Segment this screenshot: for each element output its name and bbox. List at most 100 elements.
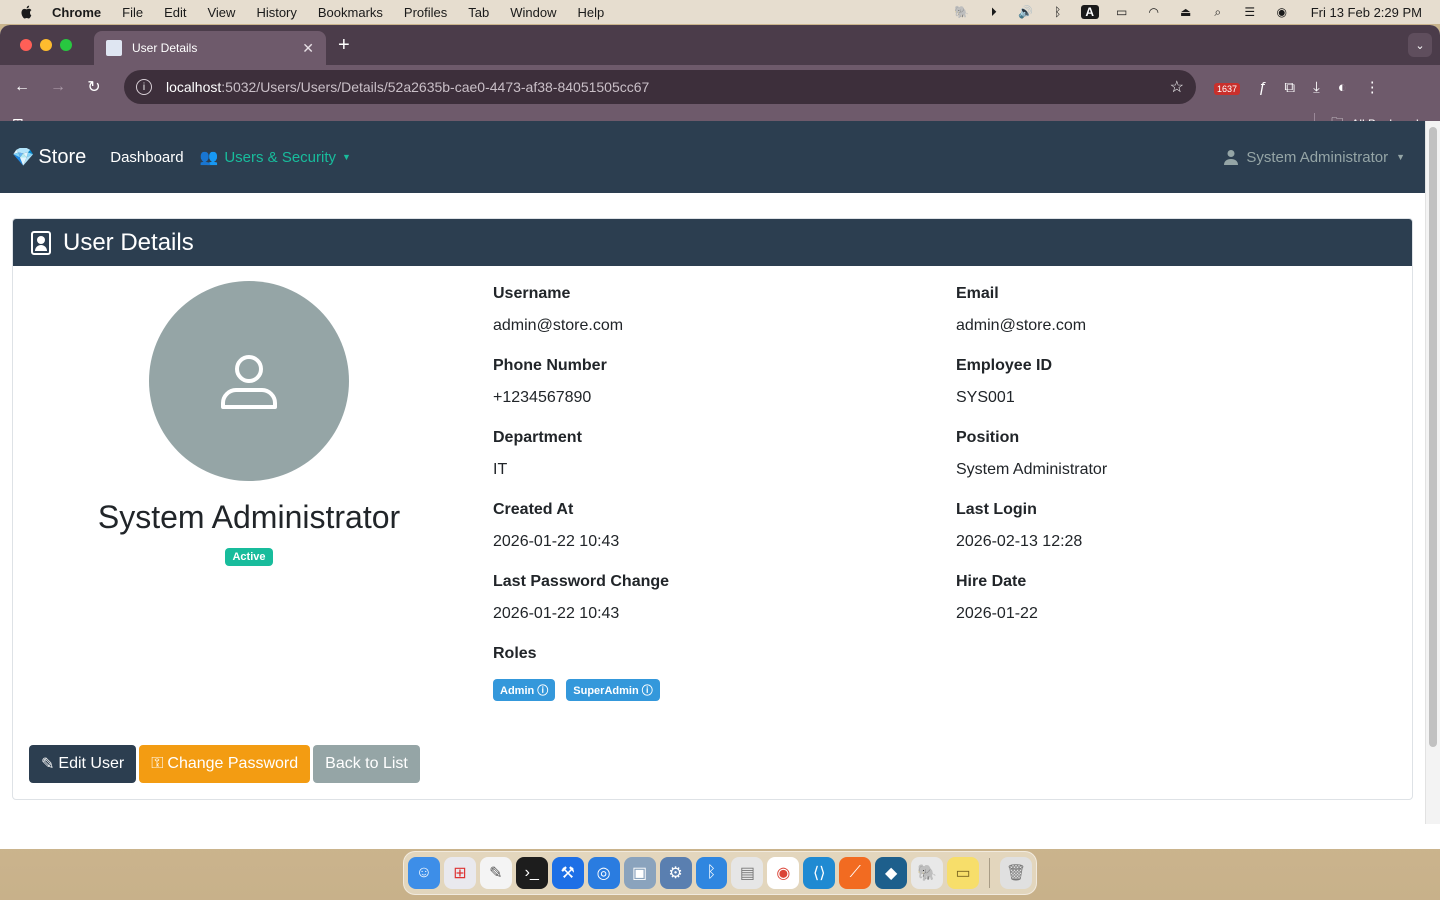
tab-strip: User Details ✕ + ⌄ (0, 25, 1440, 65)
card-header: User Details (13, 219, 1412, 266)
spotlight-search-icon[interactable]: ⌕ (1209, 5, 1227, 19)
eject-icon[interactable]: ⏏ (1177, 5, 1195, 19)
status-badge: Active (225, 548, 273, 566)
menu-tab[interactable]: Tab (468, 5, 489, 20)
back-to-list-label: Back to List (325, 755, 408, 772)
stickies-icon[interactable]: ▭ (947, 857, 979, 889)
menu-app-name[interactable]: Chrome (52, 5, 101, 20)
menu-window[interactable]: Window (510, 5, 556, 20)
reload-icon[interactable]: ↻ (82, 77, 106, 97)
page-scrollbar[interactable] (1425, 121, 1440, 824)
xcode-icon[interactable]: ⚒ (551, 857, 584, 889)
brand-link[interactable]: 💎 Store (12, 146, 86, 169)
back-arrow-icon[interactable]: ← (10, 78, 34, 96)
brand-name: Store (38, 145, 87, 168)
formula-extension-icon[interactable]: ƒ (1258, 79, 1266, 96)
evernote-icon[interactable]: 🐘 (953, 5, 971, 19)
input-source-icon[interactable]: A (1080, 5, 1099, 19)
field-value: 2026-01-22 10:43 (493, 605, 620, 622)
nav-users-security-dropdown[interactable]: 👥 Users & Security ▼ (199, 148, 351, 167)
scrollbar-thumb[interactable] (1429, 127, 1437, 747)
field-label: Created At (493, 501, 574, 518)
control-center-icon[interactable]: ☰ (1241, 5, 1259, 19)
users-icon: 👥 (199, 149, 219, 166)
chrome-icon[interactable]: ◉ (767, 857, 800, 889)
macos-dock: ☺ ⊞ ✎ ›_ ⚒ ◎ ▣ ⚙ ᛒ ▤ ◉ ⟨⟩ ⟋ ◆ 🐘 ▭ 🗑 (403, 851, 1037, 895)
field-label: Username (493, 285, 571, 302)
preview-icon[interactable]: ▣ (623, 857, 656, 889)
textedit-icon[interactable]: ✎ (479, 857, 512, 889)
bookmark-star-icon[interactable]: ☆ (1170, 77, 1184, 97)
menu-profiles[interactable]: Profiles (404, 5, 447, 20)
page-favicon-icon (106, 40, 122, 56)
menu-file[interactable]: File (122, 5, 143, 20)
address-bar[interactable]: i localhost:5032/Users/Users/Details/52a… (124, 70, 1196, 104)
zoom-window-button[interactable] (60, 39, 72, 51)
caret-down-icon: ▼ (1396, 152, 1405, 162)
menu-view[interactable]: View (207, 5, 235, 20)
role-badge-superadmin[interactable]: SuperAdmin ⓘ (566, 679, 660, 701)
field-label: Position (956, 429, 1020, 446)
site-info-icon[interactable]: i (136, 79, 152, 95)
extension-badge: 1637 (1214, 82, 1241, 95)
bluetooth-app-icon[interactable]: ᛒ (695, 857, 728, 889)
url-path: :5032/Users/Users/Details/52a2635b-cae0-… (221, 79, 650, 95)
profile-avatar-icon[interactable]: ◐ (1338, 79, 1347, 96)
nav-dashboard[interactable]: Dashboard (110, 149, 183, 166)
change-password-button[interactable]: ⚿ Change Password (139, 745, 311, 783)
macos-menubar: Chrome File Edit View History Bookmarks … (0, 0, 1440, 24)
back-to-list-button[interactable]: Back to List (313, 745, 420, 783)
field-value: admin@store.com (493, 317, 624, 334)
profile-panel: System Administrator Active (13, 281, 485, 566)
user-menu-dropdown[interactable]: System Administrator ▼ (1224, 149, 1405, 166)
close-window-button[interactable] (20, 39, 32, 51)
finder-icon[interactable]: ☺ (408, 857, 440, 889)
close-tab-icon[interactable]: ✕ (302, 40, 314, 57)
menu-help[interactable]: Help (578, 5, 605, 20)
siri-icon[interactable]: ◉ (1273, 5, 1291, 19)
user-icon (1224, 150, 1239, 165)
safari-icon[interactable]: ◎ (587, 857, 620, 889)
launchpad-icon[interactable]: ⊞ (443, 857, 476, 889)
download-icon[interactable]: ⤓ (1313, 79, 1320, 96)
sublime-icon[interactable]: ⟋ (839, 857, 872, 889)
bluetooth-icon[interactable]: ᛒ (1049, 5, 1067, 19)
minimize-window-button[interactable] (40, 39, 52, 51)
notes-folder-icon[interactable]: ▤ (731, 857, 764, 889)
trash-icon[interactable]: 🗑 (1000, 857, 1032, 889)
pgadmin-icon[interactable]: 🐘 (911, 857, 944, 889)
play-icon[interactable]: ⏵ (985, 5, 1003, 19)
terminal-icon[interactable]: ›_ (515, 857, 548, 889)
field-label: Email (956, 285, 999, 302)
vscode-icon[interactable]: ⟨⟩ (803, 857, 836, 889)
field-roles: Roles Admin ⓘ SuperAdmin ⓘ (493, 645, 913, 701)
new-tab-button[interactable]: + (338, 34, 350, 57)
url-host: localhost (166, 79, 222, 95)
mysql-workbench-icon[interactable]: ◆ (875, 857, 908, 889)
field-username: Username admin@store.com (493, 285, 913, 335)
extensions-puzzle-icon[interactable]: ⧉ (1284, 79, 1295, 96)
wifi-icon[interactable]: ◠ (1145, 5, 1163, 19)
field-employee-id: Employee ID SYS001 (956, 357, 1376, 407)
extension-counter[interactable]: 1637 (1214, 79, 1241, 96)
menu-history[interactable]: History (256, 5, 296, 20)
field-department: Department IT (493, 429, 913, 479)
edit-user-button[interactable]: ✎ Edit User (29, 745, 137, 783)
field-value: admin@store.com (956, 317, 1087, 334)
menubar-clock[interactable]: Fri 13 Feb 2:29 PM (1311, 5, 1422, 20)
browser-tab-active[interactable]: User Details ✕ (94, 31, 326, 65)
apple-icon[interactable] (20, 5, 34, 19)
edit-user-label: Edit User (58, 755, 125, 772)
field-value: SYS001 (956, 389, 1015, 406)
forward-arrow-icon[interactable]: → (46, 78, 70, 96)
volume-icon[interactable]: 🔊 (1017, 5, 1035, 19)
chrome-menu-icon[interactable]: ⋮ (1365, 78, 1380, 96)
field-value: 2026-02-13 12:28 (956, 533, 1083, 550)
field-value: System Administrator (956, 461, 1108, 478)
menu-edit[interactable]: Edit (164, 5, 186, 20)
battery-icon[interactable]: ▭ (1113, 5, 1131, 19)
menu-bookmarks[interactable]: Bookmarks (318, 5, 383, 20)
role-badge-admin[interactable]: Admin ⓘ (493, 679, 556, 701)
migration-icon[interactable]: ⚙ (659, 857, 692, 889)
tab-search-chevron-icon[interactable]: ⌄ (1408, 33, 1432, 57)
